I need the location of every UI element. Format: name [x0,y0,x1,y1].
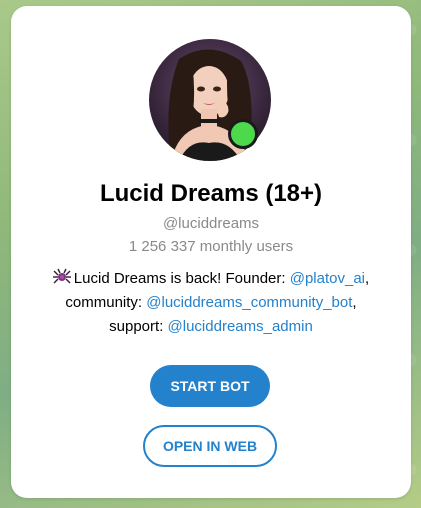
open-in-web-button[interactable]: OPEN IN WEB [143,425,277,467]
bot-description: Lucid Dreams is back! Founder: @platov_a… [31,267,391,339]
support-link[interactable]: @luciddreams_admin [168,318,313,335]
founder-link[interactable]: @platov_ai [290,270,365,287]
spider-emoji-icon [52,268,71,284]
start-bot-button[interactable]: START BOT [150,365,270,407]
bot-title: Lucid Dreams (18+) [99,180,323,207]
avatar-container[interactable] [149,39,271,161]
community-link[interactable]: @luciddreams_community_bot [146,294,352,311]
bot-username: @luciddreams [162,215,260,232]
description-comma-2: , [352,294,357,311]
online-status-indicator [228,119,258,149]
support-label: support: [109,318,168,335]
community-label: community: [65,294,147,311]
monthly-users-count: 1 256 337 monthly users [128,238,294,255]
description-intro: Lucid Dreams is back! Founder: [73,270,290,287]
bot-profile-card: Lucid Dreams (18+) @luciddreams 1 256 33… [11,6,411,498]
description-comma: , [365,270,370,287]
